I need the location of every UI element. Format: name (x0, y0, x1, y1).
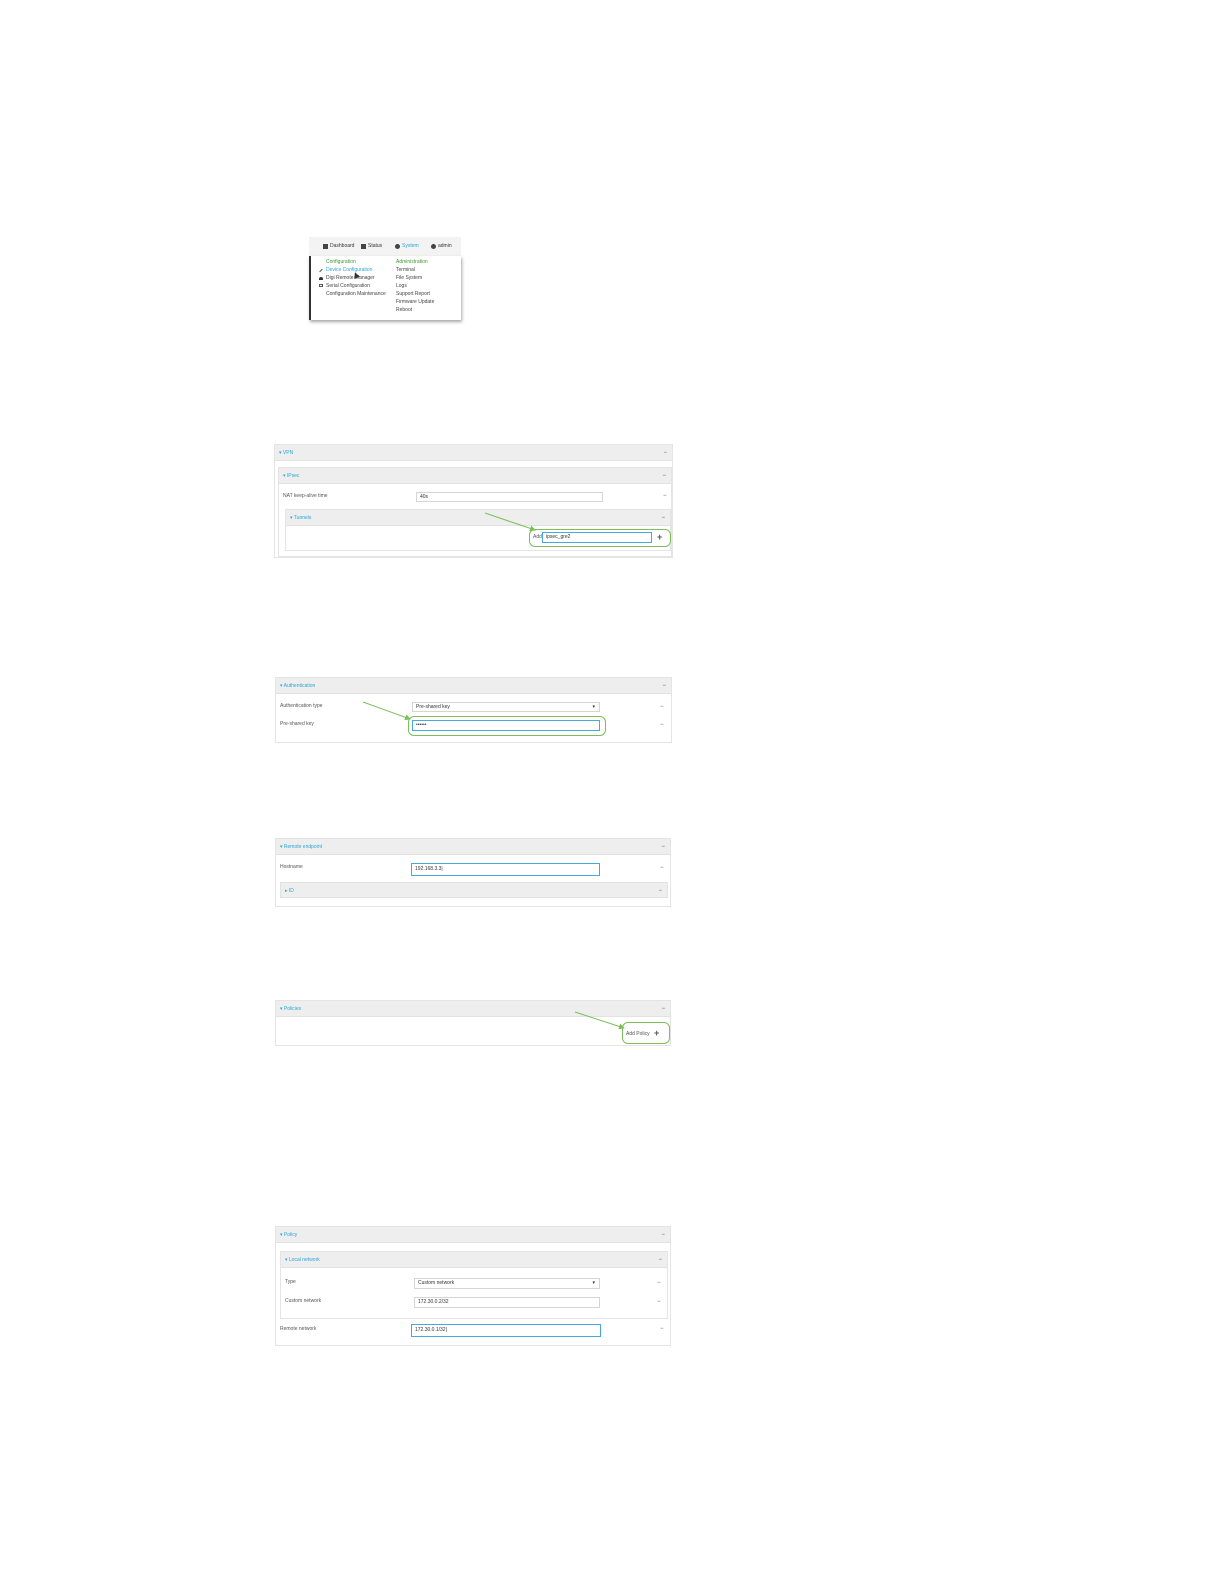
annotation-arrows (362, 512, 625, 1030)
arrow-to-add-tunnel (484, 512, 536, 532)
arrow-to-add-policy (574, 1011, 625, 1030)
arrow-to-pre-shared-key (362, 701, 411, 721)
